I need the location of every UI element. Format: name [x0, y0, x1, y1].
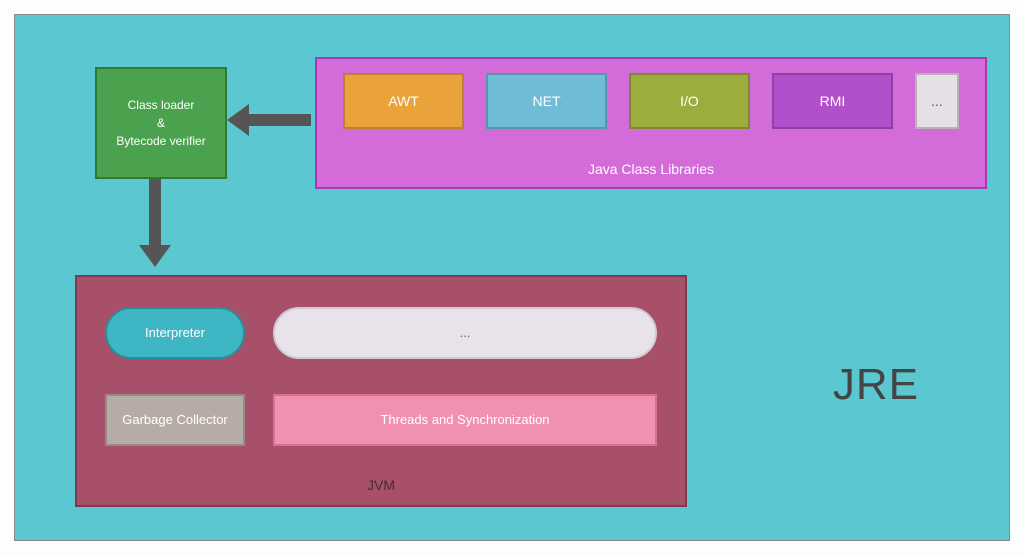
jcl-item-net: NET: [486, 73, 607, 129]
jvm-row-2: Garbage Collector Threads and Synchroniz…: [105, 394, 657, 446]
jcl-items-row: AWT NET I/O RMI...: [317, 73, 985, 129]
jcl-item-rmi: RMI: [772, 73, 893, 129]
jcl-title: Java Class Libraries: [588, 161, 714, 177]
threads-sync-box: Threads and Synchronization: [273, 394, 657, 446]
class-loader-box: Class loader & Bytecode verifier: [95, 67, 227, 179]
jre-label: JRE: [833, 360, 919, 410]
jcl-item-io: I/O: [629, 73, 750, 129]
class-loader-line3: Bytecode verifier: [116, 132, 205, 150]
garbage-collector-box: Garbage Collector: [105, 394, 245, 446]
jcl-item-more: ...: [915, 73, 959, 129]
java-class-libraries-box: AWT NET I/O RMI... Java Class Libraries: [315, 57, 987, 189]
class-loader-line1: Class loader: [116, 96, 205, 114]
interpreter-pill: Interpreter: [105, 307, 245, 359]
jvm-box: Interpreter ... Garbage Collector Thread…: [75, 275, 687, 507]
jre-canvas: Class loader & Bytecode verifier AWT NET I…: [14, 14, 1010, 541]
jvm-title: JVM: [367, 477, 395, 493]
class-loader-line2: &: [116, 114, 205, 132]
jvm-row-1: Interpreter ...: [105, 307, 657, 359]
jcl-item-awt: AWT: [343, 73, 464, 129]
jvm-more-pill: ...: [273, 307, 657, 359]
class-loader-text: Class loader & Bytecode verifier: [116, 96, 205, 150]
jvm-inner: Interpreter ... Garbage Collector Thread…: [77, 277, 685, 467]
